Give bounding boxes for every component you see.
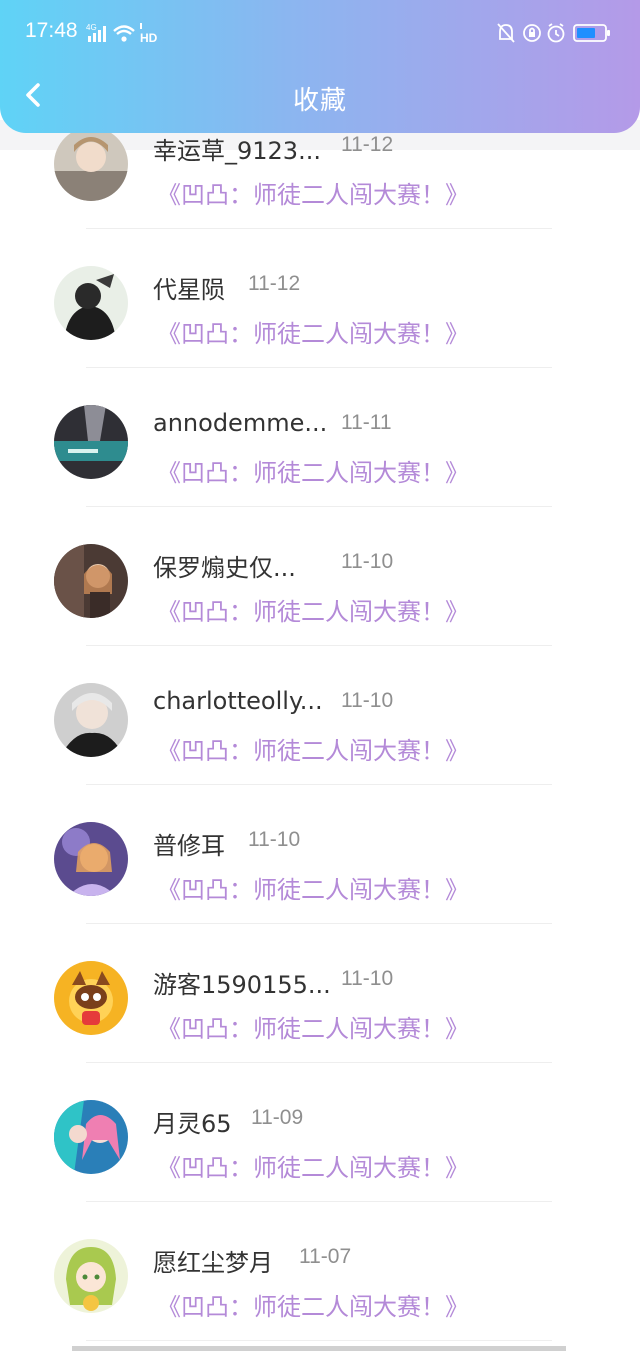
list-item[interactable]: charlotteolly... 11-10 《凹凸：师徒二人闯大赛！》 (0, 646, 640, 785)
work-title-link[interactable]: 《凹凸：师徒二人闯大赛！》 (157, 175, 469, 210)
list-item[interactable]: 代星陨 11-12 《凹凸：师徒二人闯大赛！》 (0, 229, 640, 368)
signal-wifi-icons: 4G HD (86, 23, 158, 44)
avatar (54, 822, 128, 896)
divider (86, 1340, 552, 1341)
favorite-date: 11-11 (341, 411, 392, 434)
list-item[interactable]: 游客1590155... 11-10 《凹凸：师徒二人闯大赛！》 (0, 924, 640, 1063)
favorite-date: 11-12 (341, 133, 394, 156)
avatar (54, 683, 128, 757)
favorite-date: 11-12 (248, 272, 301, 295)
avatar (54, 127, 128, 201)
app-header: 17:48 4G HD 收藏 (0, 0, 640, 133)
favorite-date: 11-10 (248, 828, 301, 851)
nav-bar: 收藏 (0, 66, 640, 128)
user-name: 愿红尘梦月 (153, 1249, 273, 1277)
work-title-link[interactable]: 《凹凸：师徒二人闯大赛！》 (157, 1009, 469, 1044)
work-title-link[interactable]: 《凹凸：师徒二人闯大赛！》 (157, 314, 469, 349)
favorites-list: 幸运草_9123... 11-12 《凹凸：师徒二人闯大赛！》 代星陨 11-1… (0, 0, 640, 1351)
favorite-date: 11-10 (341, 550, 394, 573)
user-name: 幸运草_9123... (153, 137, 321, 165)
user-name: annodemme... (153, 409, 328, 437)
avatar (54, 1100, 128, 1174)
battery-icon (573, 24, 610, 42)
avatar (54, 405, 128, 479)
work-title-link[interactable]: 《凹凸：师徒二人闯大赛！》 (157, 731, 469, 766)
rotation-lock-icon (523, 24, 541, 42)
user-name: 普修耳 (153, 832, 225, 860)
list-item[interactable]: 普修耳 11-10 《凹凸：师徒二人闯大赛！》 (0, 785, 640, 924)
avatar (54, 1239, 128, 1313)
user-name: 月灵65 (153, 1110, 232, 1138)
user-name: 代星陨 (153, 276, 225, 304)
work-title-link[interactable]: 《凹凸：师徒二人闯大赛！》 (157, 453, 469, 488)
bottom-tab-bar-edge (72, 1346, 566, 1351)
work-title-link[interactable]: 《凹凸：师徒二人闯大赛！》 (157, 1148, 469, 1183)
work-title-link[interactable]: 《凹凸：师徒二人闯大赛！》 (157, 870, 469, 905)
favorite-date: 11-07 (299, 1245, 352, 1268)
status-time: 17:48 (25, 19, 78, 42)
list-item[interactable]: 月灵65 11-09 《凹凸：师徒二人闯大赛！》 (0, 1063, 640, 1202)
favorite-date: 11-10 (341, 967, 394, 990)
work-title-link[interactable]: 《凹凸：师徒二人闯大赛！》 (157, 592, 469, 627)
favorite-date: 11-10 (341, 689, 394, 712)
status-right-icons (497, 23, 610, 43)
alarm-icon (547, 23, 565, 43)
mute-bell-icon (497, 23, 515, 43)
avatar (54, 266, 128, 340)
favorite-date: 11-09 (251, 1106, 304, 1129)
avatar (54, 961, 128, 1035)
list-item[interactable]: annodemme... 11-11 《凹凸：师徒二人闯大赛！》 (0, 368, 640, 507)
hd-label: HD (140, 31, 158, 44)
avatar (54, 544, 128, 618)
page-title: 收藏 (292, 86, 347, 116)
user-name: 保罗煽史仅... (153, 554, 296, 582)
list-item[interactable]: 保罗煽史仅... 11-10 《凹凸：师徒二人闯大赛！》 (0, 507, 640, 646)
list-item[interactable]: 愿红尘梦月 11-07 《凹凸：师徒二人闯大赛！》 (0, 1202, 640, 1341)
status-bar: 17:48 4G HD (0, 0, 640, 66)
user-name: 游客1590155... (153, 971, 331, 999)
user-name: charlotteolly... (153, 687, 323, 715)
work-title-link[interactable]: 《凹凸：师徒二人闯大赛！》 (157, 1287, 469, 1322)
network-type-label: 4G (86, 23, 97, 32)
